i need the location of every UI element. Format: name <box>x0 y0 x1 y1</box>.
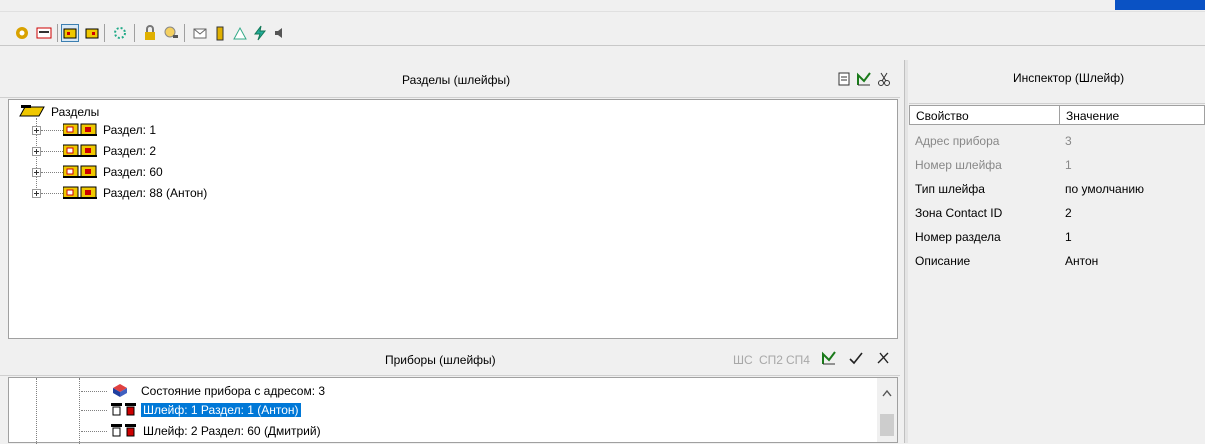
property-value: 1 <box>1065 158 1072 172</box>
vertical-scrollbar[interactable] <box>877 378 897 442</box>
loop-item-2[interactable]: Шлейф: 2 Раздел: 60 (Дмитрий) <box>81 422 321 440</box>
tree-connector <box>81 430 107 432</box>
tree-item-label: Состояние прибора с адресом: 3 <box>141 384 326 398</box>
toolbar-separator <box>184 24 185 42</box>
document-icon[interactable] <box>837 72 851 86</box>
property-value-field[interactable]: Антон <box>1059 249 1205 273</box>
main-toolbar <box>0 20 1205 46</box>
scrollbar-thumb[interactable] <box>880 414 894 436</box>
chart-icon[interactable] <box>232 25 248 41</box>
loops-view-icon[interactable] <box>84 25 100 41</box>
property-value-field[interactable]: 1 <box>1059 225 1205 249</box>
expand-icon[interactable] <box>32 167 41 177</box>
property-name: Номер шлейфа <box>915 158 1002 172</box>
sections-panel-title: Разделы (шлейфы) <box>402 73 511 87</box>
tree-connector <box>41 192 63 194</box>
toolbar-separator <box>134 24 135 42</box>
window-caption-accent <box>1115 0 1205 10</box>
property-value-field[interactable]: по умолчанию <box>1059 177 1205 201</box>
toolbar-separator <box>104 24 105 42</box>
top-toolbar <box>0 0 1205 12</box>
tree-item-label: Раздел: 1 <box>103 123 157 137</box>
device-state-item[interactable]: Состояние прибора с адресом: 3 <box>81 382 325 400</box>
tree-item-section-60[interactable]: Раздел: 60 <box>32 163 163 181</box>
tree-connector <box>41 129 63 131</box>
tree-root[interactable]: Разделы <box>19 103 99 121</box>
column-header-property[interactable]: Свойство <box>909 105 1060 125</box>
section-icon <box>62 164 97 181</box>
toolbar-separator <box>57 24 58 42</box>
devices-panel-title: Приборы (шлейфы) <box>385 353 496 367</box>
tree-connector <box>36 378 37 444</box>
loop-icon <box>109 422 139 441</box>
expand-icon[interactable] <box>32 146 41 156</box>
filter-sp4-button[interactable]: СП4 <box>786 353 810 367</box>
lightning-icon[interactable] <box>252 25 268 41</box>
loop-icon <box>109 401 139 420</box>
scissors-icon[interactable] <box>877 71 891 87</box>
inspector-header: Инспектор (Шлейф) <box>909 60 1205 104</box>
close-icon[interactable] <box>876 351 890 365</box>
filter-sp2-button[interactable]: СП2 <box>759 353 783 367</box>
panel-icon[interactable] <box>36 25 52 41</box>
battery-icon[interactable] <box>212 25 228 41</box>
key-search-icon[interactable] <box>163 25 179 41</box>
section-icon <box>62 122 97 139</box>
property-name: Тип шлейфа <box>915 182 985 196</box>
device-gear-icon[interactable] <box>14 25 30 41</box>
inspector-title: Инспектор (Шлейф) <box>1013 71 1125 86</box>
devices-tree[interactable]: Состояние прибора с адресом: 3 Шлейф: 1 … <box>8 377 898 444</box>
sections-panel-header: Разделы (шлейфы) <box>0 60 900 98</box>
expand-icon[interactable] <box>32 188 41 198</box>
tree-root-label: Разделы <box>51 105 100 119</box>
property-value-field[interactable]: 2 <box>1059 201 1205 225</box>
tree-item-label: Раздел: 88 (Антон) <box>103 186 208 200</box>
open-folder-icon <box>19 104 45 121</box>
property-name: Зона Contact ID <box>915 206 1003 220</box>
edit-chart-icon[interactable] <box>821 350 837 366</box>
filter-shs-button[interactable]: ШС <box>733 353 753 367</box>
tree-item-section-2[interactable]: Раздел: 2 <box>32 142 156 160</box>
expand-icon[interactable] <box>32 125 41 135</box>
tree-item-section-88[interactable]: Раздел: 88 (Антон) <box>32 184 207 202</box>
tree-connector <box>81 390 107 392</box>
section-icon <box>62 143 97 160</box>
property-name: Описание <box>915 254 971 268</box>
tree-item-label-selected: Шлейф: 1 Раздел: 1 (Антон) <box>141 403 301 417</box>
scroll-up-icon[interactable] <box>882 386 892 397</box>
checkmark-icon[interactable] <box>849 351 863 365</box>
lock-icon[interactable] <box>142 25 158 41</box>
property-name: Номер раздела <box>915 230 1001 244</box>
tree-connector <box>79 378 80 444</box>
spinner-icon[interactable] <box>112 25 128 41</box>
property-name: Адрес прибора <box>915 134 1000 148</box>
tree-item-label: Раздел: 60 <box>103 165 163 179</box>
tree-item-section-1[interactable]: Раздел: 1 <box>32 121 156 139</box>
tree-connector <box>81 409 107 411</box>
devices-panel-header: Приборы (шлейфы) ШС СП2 СП4 <box>0 341 900 376</box>
tree-item-label: Раздел: 2 <box>103 144 157 158</box>
edit-chart-icon[interactable] <box>856 71 872 87</box>
mail-icon[interactable] <box>192 25 208 41</box>
column-header-value[interactable]: Значение <box>1059 105 1205 125</box>
sections-tree[interactable]: Разделы Раздел: 1 Раздел: 2 Раздел: 60 Р… <box>8 99 898 339</box>
device-box-icon <box>111 383 129 400</box>
tree-connector <box>41 171 63 173</box>
loop-item-1[interactable]: Шлейф: 1 Раздел: 1 (Антон) <box>81 401 301 419</box>
vertical-splitter[interactable] <box>904 60 908 443</box>
section-icon <box>62 185 97 202</box>
property-value: 3 <box>1065 134 1072 148</box>
sections-view-icon[interactable] <box>61 24 79 42</box>
tree-connector <box>41 150 63 152</box>
tree-item-label: Шлейф: 2 Раздел: 60 (Дмитрий) <box>143 424 321 438</box>
speaker-icon[interactable] <box>272 25 288 41</box>
